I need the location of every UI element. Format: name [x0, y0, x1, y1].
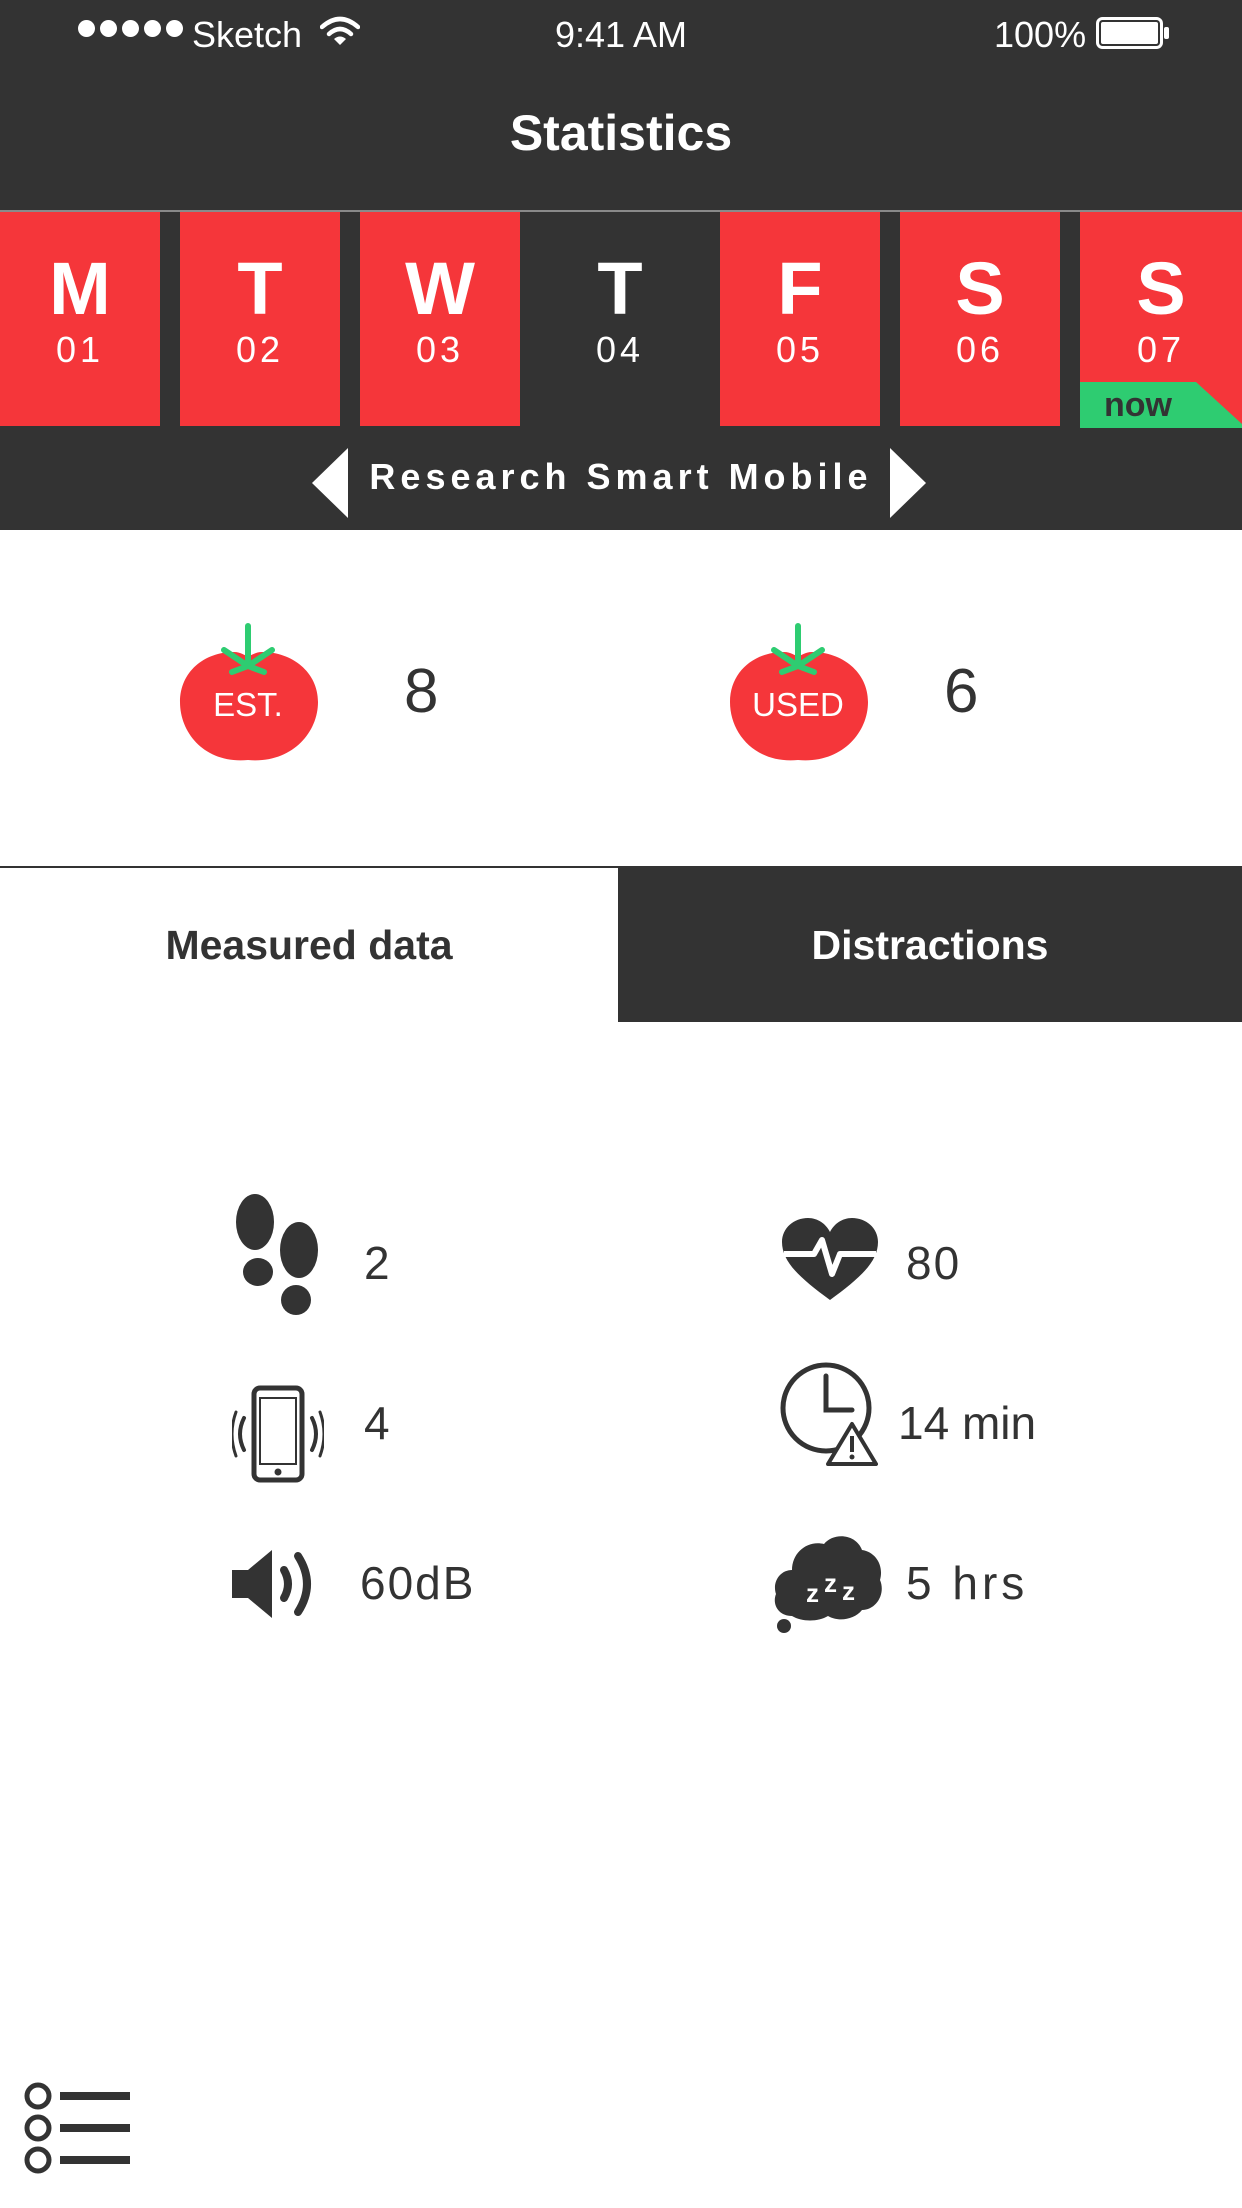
- page-title: Statistics: [509, 105, 733, 161]
- speaker-icon: [230, 1546, 326, 1627]
- steps-value: 2: [364, 1237, 392, 1289]
- day-thursday[interactable]: T 04: [540, 212, 700, 426]
- svg-text:z: z: [824, 1568, 837, 1598]
- day-friday[interactable]: F 05: [720, 212, 880, 426]
- noise-level-value: 60dB: [360, 1557, 476, 1609]
- day-saturday[interactable]: S 06: [900, 212, 1060, 426]
- day-number: 03: [415, 329, 465, 370]
- day-letter: T: [597, 247, 643, 330]
- time-lost-value: 14 min: [898, 1397, 1037, 1449]
- week-day-selector: M 01 T 02 W 03 T 04 F 05 S 06 S 07: [0, 212, 1242, 428]
- svg-text:z: z: [842, 1576, 855, 1606]
- top-bar: Sketch 9:41 AM 100% Statistics: [0, 0, 1242, 212]
- heartbeat-icon: [780, 1218, 880, 1307]
- day-number: 01: [55, 329, 105, 370]
- day-letter: W: [405, 247, 475, 330]
- day-letter: F: [777, 247, 823, 330]
- next-project-arrow-icon[interactable]: [888, 448, 926, 523]
- day-number: 02: [235, 329, 285, 370]
- used-tomato-icon: USED: [728, 622, 874, 762]
- tab-measured-data[interactable]: Measured data: [0, 868, 618, 1022]
- day-number: 05: [775, 329, 825, 370]
- status-bar: Sketch 9:41 AM 100%: [0, 0, 1242, 66]
- used-label: USED: [752, 686, 844, 723]
- estimated-tomato-icon: EST.: [178, 622, 324, 762]
- day-number: 04: [595, 329, 645, 370]
- phone-pickups-value: 4: [364, 1397, 392, 1449]
- estimated-count: 8: [404, 657, 439, 726]
- vibrating-phone-icon: [230, 1384, 326, 1489]
- day-number: 07: [1136, 329, 1186, 370]
- tab-distractions[interactable]: Distractions: [618, 868, 1242, 1022]
- sleep-value: 5 hrs: [906, 1557, 1029, 1609]
- day-letter: M: [49, 247, 111, 330]
- battery-percent: 100%: [994, 14, 1087, 55]
- day-letter: S: [955, 247, 1005, 330]
- day-tuesday[interactable]: T 02: [180, 212, 340, 426]
- day-wednesday[interactable]: W 03: [360, 212, 520, 426]
- footprints-icon: [232, 1194, 324, 1323]
- project-name: Research Smart Mobile: [369, 456, 873, 497]
- used-count: 6: [944, 657, 979, 726]
- project-selector: Research Smart Mobile: [0, 428, 1242, 530]
- estimated-label: EST.: [213, 686, 283, 723]
- clock-warning-icon: [778, 1360, 878, 1471]
- list-menu-icon[interactable]: [22, 2080, 132, 2181]
- battery-icon: [1096, 16, 1170, 58]
- now-badge: now: [1080, 382, 1242, 428]
- day-letter: S: [1136, 247, 1186, 330]
- day-letter: T: [237, 247, 283, 330]
- sleep-cloud-icon: z z z: [772, 1530, 884, 1639]
- heart-rate-value: 80: [906, 1237, 962, 1289]
- now-label: now: [1104, 386, 1172, 424]
- svg-text:z: z: [806, 1578, 819, 1608]
- day-number: 06: [955, 329, 1005, 370]
- day-monday[interactable]: M 01: [0, 212, 160, 426]
